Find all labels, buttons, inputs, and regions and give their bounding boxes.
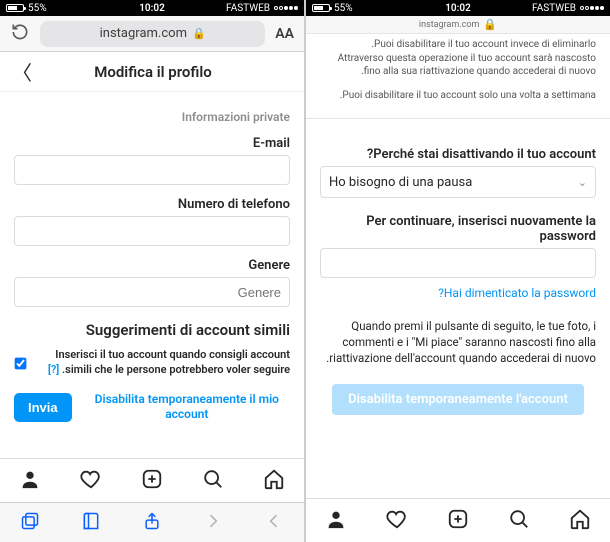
nav-new-post-icon[interactable] [141, 468, 163, 494]
safari-bottom-toolbar [0, 502, 304, 542]
page-header: 〉 Modifica il profilo [0, 52, 304, 92]
carrier-name: FASTWEB [532, 3, 576, 14]
suggestions-check-label: Inserisci il tuo account quando consigli… [33, 347, 290, 378]
forgot-password-link[interactable]: Hai dimenticato la password? [320, 286, 596, 300]
url-field[interactable]: 🔒 instagram.com [40, 21, 265, 47]
divider [306, 118, 610, 119]
suggestions-heading: Suggerimenti di account simili [14, 321, 290, 339]
intro-text-1: Puoi disabilitare il tuo account invece … [320, 38, 596, 52]
content-left: Puoi disabilitare il tuo account invece … [306, 34, 610, 498]
safari-back-icon[interactable] [264, 511, 284, 535]
safari-tabs-icon[interactable] [20, 511, 40, 535]
intro-text-2: Attraverso questa operazione il tuo acco… [320, 52, 596, 79]
phone-left: FASTWEB 10:02 55% 🔒 instagram.com Puoi d… [305, 0, 610, 542]
help-icon[interactable]: [?] [48, 363, 59, 376]
private-info-heading: Informazioni private [14, 110, 290, 124]
content-right: 〉 Modifica il profilo Informazioni priva… [0, 52, 304, 458]
nav-new-post-icon[interactable] [447, 508, 469, 534]
lock-icon: 🔒 [192, 27, 206, 40]
battery-icon [312, 4, 330, 12]
status-bar: FASTWEB 10:02 55% [306, 0, 610, 16]
suggestions-checkbox[interactable] [15, 350, 27, 376]
phone-label: Numero di telefono [14, 197, 290, 212]
password-input[interactable] [320, 248, 596, 278]
nav-home-icon[interactable] [569, 508, 591, 534]
url-host: instagram.com [100, 26, 187, 41]
status-bar: FASTWEB 10:02 55% [0, 0, 304, 16]
suggestions-checkbox-row[interactable]: Inserisci il tuo account quando consigli… [14, 347, 290, 378]
battery-percent: 55% [28, 3, 47, 14]
instagram-bottom-nav [306, 498, 610, 542]
password-label: Per continuare, inserisci nuovamente la … [320, 214, 596, 244]
safari-bookmarks-icon[interactable] [81, 511, 101, 535]
text-size-button[interactable]: AA [275, 26, 294, 42]
submit-button[interactable]: Invia [14, 393, 72, 422]
instagram-bottom-nav [0, 458, 304, 502]
gender-label: Genere [14, 258, 290, 273]
safari-address-bar: AA 🔒 instagram.com [0, 16, 304, 52]
email-input[interactable] [14, 155, 290, 185]
page-title: Modifica il profilo [32, 63, 274, 81]
nav-search-icon[interactable] [202, 468, 224, 494]
battery-percent: 55% [334, 3, 353, 14]
nav-activity-icon[interactable] [386, 508, 408, 534]
safari-share-icon[interactable] [142, 511, 162, 535]
clock: 10:02 [445, 3, 471, 14]
nav-activity-icon[interactable] [80, 468, 102, 494]
signal-icon [274, 6, 298, 10]
nav-profile-icon[interactable] [19, 468, 41, 494]
clock: 10:02 [139, 3, 165, 14]
safari-forward-icon[interactable] [203, 511, 223, 535]
nav-profile-icon[interactable] [325, 508, 347, 534]
email-label: E-mail [14, 136, 290, 151]
reload-icon[interactable] [10, 22, 30, 46]
disable-account-link[interactable]: Disabilita temporaneamente il mio accoun… [84, 392, 290, 423]
explain-text: Quando premi il pulsante di seguito, le … [320, 318, 596, 366]
chevron-down-icon: ⌄ [578, 176, 587, 189]
phone-right: FASTWEB 10:02 55% AA 🔒 instagram.com 〉 M… [0, 0, 305, 542]
back-chevron-icon[interactable]: 〉 [12, 57, 32, 86]
battery-icon [6, 4, 24, 12]
mini-url-bar[interactable]: 🔒 instagram.com [306, 16, 610, 34]
reason-selected: Ho bisogno di una pausa [329, 175, 472, 190]
gender-input[interactable] [14, 277, 290, 307]
lock-icon: 🔒 [483, 18, 497, 31]
carrier-name: FASTWEB [226, 3, 270, 14]
nav-home-icon[interactable] [263, 468, 285, 494]
signal-icon [580, 6, 604, 10]
url-host: instagram.com [419, 20, 479, 30]
nav-search-icon[interactable] [508, 508, 530, 534]
intro-note: Puoi disabilitare il tuo account solo un… [320, 89, 596, 103]
disable-account-button[interactable]: Disabilita temporaneamente l'account [332, 384, 584, 415]
reason-select[interactable]: Ho bisogno di una pausa ⌄ [320, 166, 596, 198]
phone-input[interactable] [14, 216, 290, 246]
reason-label: Perché stai disattivando il tuo account? [320, 147, 596, 162]
